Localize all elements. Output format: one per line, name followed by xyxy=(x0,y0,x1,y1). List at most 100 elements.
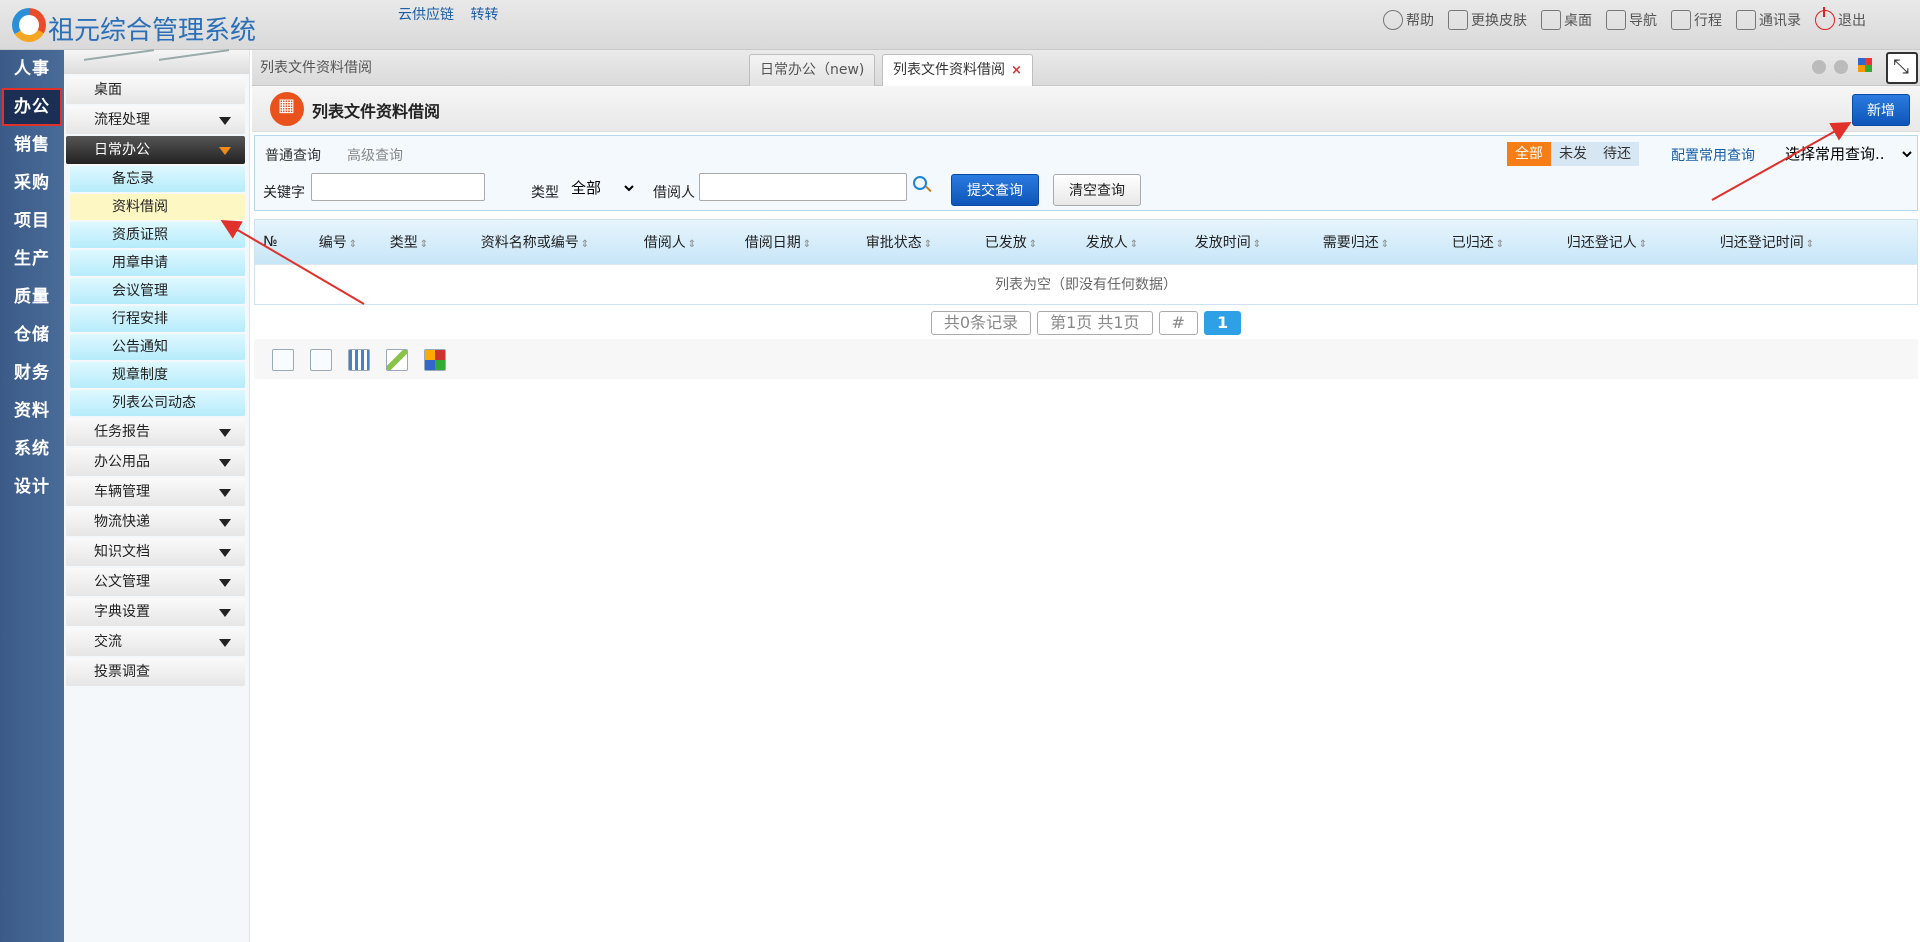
document-icon[interactable] xyxy=(310,349,332,371)
tab-next-icon[interactable] xyxy=(1834,60,1848,74)
side-menu: 桌面 流程处理 日常办公 备忘录 资料借阅 资质证照 用章申请 会议管理 行程安… xyxy=(64,50,250,942)
menu-collapse-handle[interactable] xyxy=(64,50,249,74)
tab-daily-office[interactable]: 日常办公（new) xyxy=(749,54,876,86)
col-returned[interactable]: 已归还 ⇕ xyxy=(1419,232,1537,252)
schedule-button[interactable]: 行程 xyxy=(1671,8,1722,32)
rail-item-sales[interactable]: 销售 xyxy=(0,126,64,164)
help-label: 帮助 xyxy=(1406,13,1434,29)
rail-item-purchase[interactable]: 采购 xyxy=(0,164,64,202)
col-borrower[interactable]: 借阅人 ⇕ xyxy=(621,232,719,252)
menu-item-office-supplies[interactable]: 办公用品 xyxy=(66,448,245,476)
rail-item-quality[interactable]: 质量 xyxy=(0,278,64,316)
logout-button[interactable]: 退出 xyxy=(1815,7,1866,32)
rail-item-finance[interactable]: 财务 xyxy=(0,354,64,392)
sort-icon: ⇕ xyxy=(348,239,358,250)
menu-item-dictionary[interactable]: 字典设置 xyxy=(66,598,245,626)
filter-to-return[interactable]: 待还 xyxy=(1595,142,1639,166)
type-select[interactable]: 全部 xyxy=(567,175,637,201)
spreadsheet-icon[interactable] xyxy=(348,349,370,371)
fullscreen-icon[interactable] xyxy=(1886,52,1918,84)
sub-item-seal-request[interactable]: 用章申请 xyxy=(70,250,245,276)
sub-item-certificates[interactable]: 资质证照 xyxy=(70,222,245,248)
add-button[interactable]: 新增 xyxy=(1852,94,1910,126)
rail-item-office[interactable]: 办公 xyxy=(2,88,62,126)
rail-item-warehouse[interactable]: 仓储 xyxy=(0,316,64,354)
rail-item-materials[interactable]: 资料 xyxy=(0,392,64,430)
keyword-input[interactable] xyxy=(311,173,485,201)
menu-item-logistics[interactable]: 物流快递 xyxy=(66,508,245,536)
sub-item-announcements[interactable]: 公告通知 xyxy=(70,334,245,360)
close-icon[interactable]: × xyxy=(1011,63,1022,78)
desktop-button[interactable]: 桌面 xyxy=(1541,8,1592,32)
col-issuer[interactable]: 发放人 ⇕ xyxy=(1061,232,1163,252)
contacts-button[interactable]: 通讯录 xyxy=(1736,8,1801,32)
tab-list-icon[interactable] xyxy=(1858,58,1872,72)
sub-item-company-news[interactable]: 列表公司动态 xyxy=(70,390,245,416)
tab-document-borrowing[interactable]: 列表文件资料借阅 × xyxy=(882,54,1033,86)
menu-item-official-docs[interactable]: 公文管理 xyxy=(66,568,245,596)
sub-item-rules[interactable]: 规章制度 xyxy=(70,362,245,388)
sub-item-memo[interactable]: 备忘录 xyxy=(70,166,245,192)
menu-item-vehicles[interactable]: 车辆管理 xyxy=(66,478,245,506)
sub-item-meetings[interactable]: 会议管理 xyxy=(70,278,245,304)
tab-prev-icon[interactable] xyxy=(1812,60,1826,74)
navigation-button[interactable]: 导航 xyxy=(1606,8,1657,32)
tab-normal-query[interactable]: 普通查询 xyxy=(265,145,321,165)
empty-message: 列表为空（即没有任何数据） xyxy=(255,264,1917,304)
pager-jump[interactable]: # xyxy=(1158,311,1198,335)
col-approval-status[interactable]: 审批状态 ⇕ xyxy=(837,232,961,252)
select-all-icon[interactable] xyxy=(272,349,294,371)
col-issued[interactable]: 已发放 ⇕ xyxy=(961,232,1061,252)
borrower-input[interactable] xyxy=(699,173,907,201)
change-skin-label: 更换皮肤 xyxy=(1471,13,1527,29)
config-common-query-link[interactable]: 配置常用查询 xyxy=(1671,145,1755,165)
col-label: 借阅人 xyxy=(643,235,686,251)
pager-pages: 第1页 共1页 xyxy=(1037,311,1153,335)
rail-item-design[interactable]: 设计 xyxy=(0,468,64,506)
rail-item-hr[interactable]: 人事 xyxy=(0,50,64,88)
main-area: 列表文件资料借阅 日常办公（new) 列表文件资料借阅 × 列表文件资料借阅 新增… xyxy=(252,50,1920,942)
submit-query-button[interactable]: 提交查询 xyxy=(951,174,1039,206)
sub-item-schedule[interactable]: 行程安排 xyxy=(70,306,245,332)
tab-label: 日常办公（new) xyxy=(760,62,865,78)
help-button[interactable]: 帮助 xyxy=(1383,8,1434,32)
link-zhuanzhuan[interactable]: 转转 xyxy=(470,7,498,23)
link-cloud-supply[interactable]: 云供应链 xyxy=(398,7,454,23)
power-icon xyxy=(1815,7,1835,30)
shirt-icon xyxy=(1448,10,1468,30)
col-type[interactable]: 类型 ⇕ xyxy=(369,232,449,252)
menu-item-label: 桌面 xyxy=(94,82,122,98)
col-need-return[interactable]: 需要归还 ⇕ xyxy=(1293,232,1419,252)
col-return-registrar[interactable]: 归还登记人 ⇕ xyxy=(1537,232,1677,252)
clear-query-button[interactable]: 清空查询 xyxy=(1053,174,1141,206)
change-skin-button[interactable]: 更换皮肤 xyxy=(1448,8,1527,32)
status-filter: 全部 未发 待还 xyxy=(1507,142,1639,166)
common-query-select[interactable]: 选择常用查询.. xyxy=(1781,141,1915,167)
menu-item-vote[interactable]: 投票调查 xyxy=(66,658,245,686)
puzzle-icon[interactable] xyxy=(424,349,446,371)
col-material-name[interactable]: 资料名称或编号 ⇕ xyxy=(449,232,621,252)
navigation-label: 导航 xyxy=(1629,13,1657,29)
pager-current-page[interactable]: 1 xyxy=(1203,311,1242,335)
search-icon[interactable] xyxy=(913,176,927,190)
sub-item-document-borrowing[interactable]: 资料借阅 xyxy=(70,194,245,220)
col-issue-time[interactable]: 发放时间 ⇕ xyxy=(1163,232,1293,252)
tab-advanced-query[interactable]: 高级查询 xyxy=(347,145,403,165)
rail-item-project[interactable]: 项目 xyxy=(0,202,64,240)
menu-item-knowledge[interactable]: 知识文档 xyxy=(66,538,245,566)
menu-item-task-report[interactable]: 任务报告 xyxy=(66,418,245,446)
schedule-label: 行程 xyxy=(1694,13,1722,29)
menu-item-daily-office[interactable]: 日常办公 xyxy=(66,136,245,164)
rail-item-system[interactable]: 系统 xyxy=(0,430,64,468)
filter-not-issued[interactable]: 未发 xyxy=(1551,142,1595,166)
menu-item-desktop[interactable]: 桌面 xyxy=(66,76,245,104)
menu-item-communication[interactable]: 交流 xyxy=(66,628,245,656)
col-label: 需要归还 xyxy=(1322,235,1379,251)
menu-item-workflow[interactable]: 流程处理 xyxy=(66,106,245,134)
edit-pencil-icon[interactable] xyxy=(386,349,408,371)
col-borrow-date[interactable]: 借阅日期 ⇕ xyxy=(719,232,837,252)
col-return-time[interactable]: 归还登记时间 ⇕ xyxy=(1677,232,1857,252)
filter-all[interactable]: 全部 xyxy=(1507,142,1551,166)
col-code[interactable]: 编号 ⇕ xyxy=(307,232,369,252)
rail-item-production[interactable]: 生产 xyxy=(0,240,64,278)
